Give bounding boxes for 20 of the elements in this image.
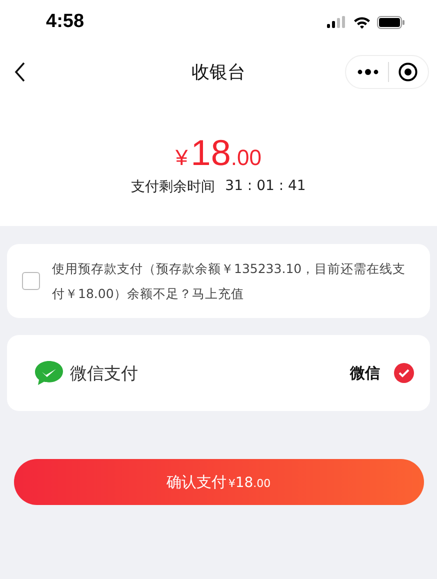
countdown-time: 31 : 01 : 41 [225,178,306,196]
payment-name: 微信支付 [70,362,138,384]
signal-icon [327,16,347,28]
amount: ¥18.00 [176,132,262,174]
close-icon[interactable] [398,62,418,82]
confirm-button[interactable]: 确认支付¥18.00 [14,459,424,505]
payment-tag: 微信 [350,364,380,382]
wifi-icon [353,16,371,28]
more-icon[interactable] [356,68,378,76]
capsule-menu[interactable] [345,55,429,89]
page-title: 收银台 [190,61,246,84]
battery-icon [377,16,405,28]
chat-bubble-icon [34,360,64,386]
payment-option[interactable]: 微信支付 微信 [7,335,430,411]
countdown-label: 支付剩余时间 [131,178,216,196]
status-time: 4:58 [46,11,84,33]
deposit-text: 使用预存款支付（预存款余额￥135233.10，目前还需在线支付￥18.00）余额不足？马上充值 [52,260,407,303]
back-icon[interactable] [14,62,26,82]
check-icon[interactable] [394,363,414,383]
checkbox[interactable] [22,272,40,290]
